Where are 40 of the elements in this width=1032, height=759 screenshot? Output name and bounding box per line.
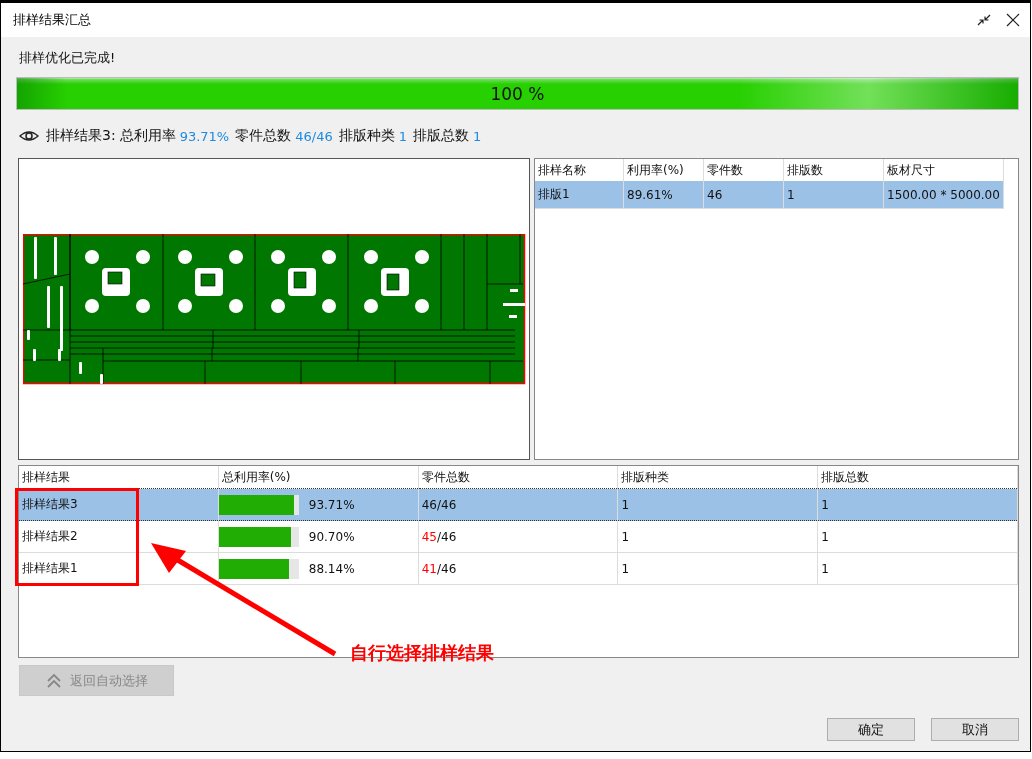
table-cell: 41/46	[418, 552, 618, 585]
table-cell: 排样结果3	[19, 488, 219, 521]
status-text: 排样优化已完成!	[18, 49, 117, 67]
stat-value: 46/46	[295, 128, 333, 144]
utilization-text: 90.70%	[308, 529, 355, 544]
utilization-text: 93.71%	[308, 497, 355, 512]
stat-label: 排版种类	[338, 127, 395, 145]
table-cell: 排版1	[535, 181, 624, 209]
stat-value: 1	[398, 128, 407, 144]
double-chevron-up-icon	[45, 672, 62, 689]
eye-icon	[19, 129, 39, 143]
table-cell: 46	[703, 181, 784, 209]
restore-icon[interactable]	[976, 13, 992, 27]
table-cell: 1500.00 * 5000.00	[883, 181, 1004, 209]
table-cell: 1	[783, 181, 884, 209]
table-cell: 89.61%	[623, 181, 704, 209]
table-cell: 1	[817, 520, 1018, 553]
table-row[interactable]: 排版1 89.61% 46 1 1500.00 * 5000.00	[535, 181, 1004, 209]
stat-value: 93.71%	[179, 128, 230, 144]
utilization-text: 88.14%	[308, 561, 355, 576]
table-row[interactable]: 排样结果2 90.70% 45/46 1 1	[19, 520, 1018, 553]
table-cell: 1	[617, 488, 818, 521]
table-cell: 1	[817, 488, 1018, 521]
table-cell: 45/46	[418, 520, 618, 553]
table-cell: 1	[617, 520, 818, 553]
stat-label: 排版总数	[412, 127, 469, 145]
progress-text: 100 %	[490, 83, 545, 104]
table-cell: 1	[817, 552, 1018, 585]
table-cell: 1	[617, 552, 818, 585]
cancel-button[interactable]: 取消	[931, 718, 1019, 741]
annotation-text: 自行选择排样结果	[350, 641, 494, 665]
close-icon[interactable]	[1006, 13, 1020, 27]
window-title: 排样结果汇总	[13, 11, 92, 29]
table-row[interactable]: 排样结果3 93.71% 46/46 1 1	[19, 488, 1018, 521]
stat-value: 1	[472, 128, 482, 144]
ok-button[interactable]: 确定	[827, 718, 915, 741]
stat-label: 总利用率	[119, 127, 176, 145]
summary-title: 排样结果3:	[46, 127, 116, 145]
stat-label: 零件总数	[235, 127, 292, 145]
table-cell: 46/46	[418, 488, 618, 521]
